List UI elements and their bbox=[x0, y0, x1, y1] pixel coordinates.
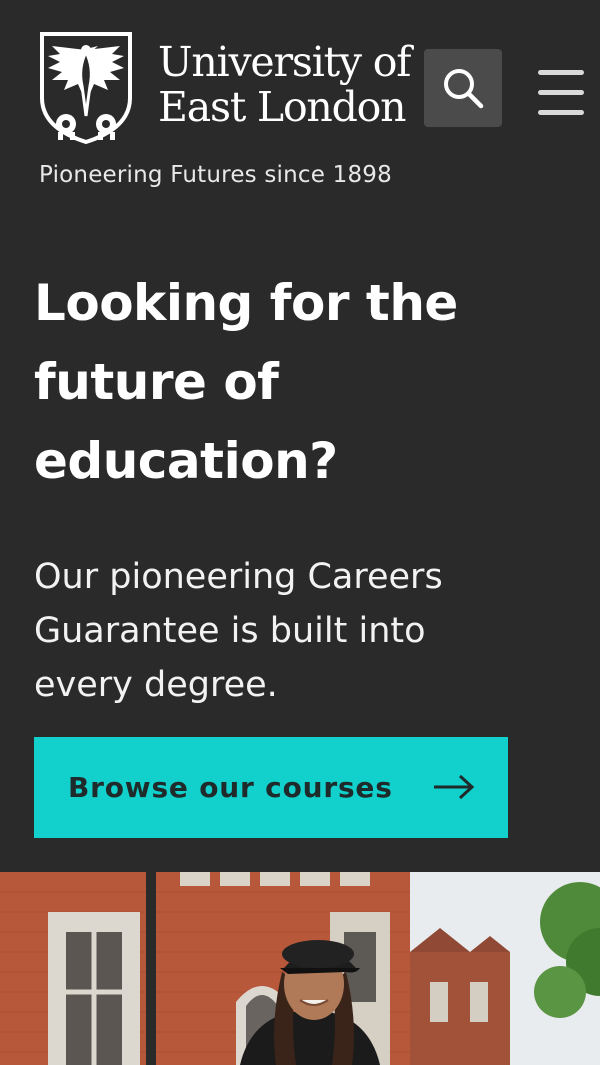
university-wordmark: University of East London bbox=[158, 38, 411, 131]
hero-title: Looking for the future of education? bbox=[34, 264, 554, 501]
university-tagline: Pioneering Futures since 1898 bbox=[39, 162, 392, 188]
phoenix-crest-icon bbox=[40, 32, 132, 144]
menu-bar bbox=[538, 70, 584, 75]
university-logo-link[interactable]: University of East London bbox=[38, 28, 428, 146]
wordmark-line-2: East London bbox=[158, 83, 407, 131]
hero-description: Our pioneering Careers Guarantee is buil… bbox=[34, 550, 574, 712]
hero-campus-photo bbox=[0, 872, 600, 1065]
page: University of East London Pioneering Fut… bbox=[0, 0, 600, 1065]
hero-title-line: education? bbox=[34, 432, 338, 490]
wordmark-line-1: University of bbox=[158, 38, 411, 86]
arrow-right-icon bbox=[434, 774, 475, 800]
browse-courses-button[interactable]: Browse our courses bbox=[34, 737, 508, 838]
search-button[interactable] bbox=[424, 49, 502, 127]
hero-description-line: every degree. bbox=[34, 665, 278, 705]
menu-button[interactable] bbox=[536, 68, 586, 116]
hero-title-line: future of bbox=[34, 353, 279, 411]
hero-description-line: Guarantee is built into bbox=[34, 611, 426, 651]
campus-photo-illustration bbox=[0, 872, 600, 1065]
hero-title-line: Looking for the bbox=[34, 274, 458, 332]
site-header: University of East London Pioneering Fut… bbox=[0, 0, 600, 205]
menu-bar bbox=[538, 110, 584, 115]
menu-bar bbox=[538, 90, 584, 95]
hero-description-line: Our pioneering Careers bbox=[34, 557, 443, 597]
search-icon bbox=[444, 69, 484, 109]
browse-courses-label: Browse our courses bbox=[68, 771, 393, 804]
